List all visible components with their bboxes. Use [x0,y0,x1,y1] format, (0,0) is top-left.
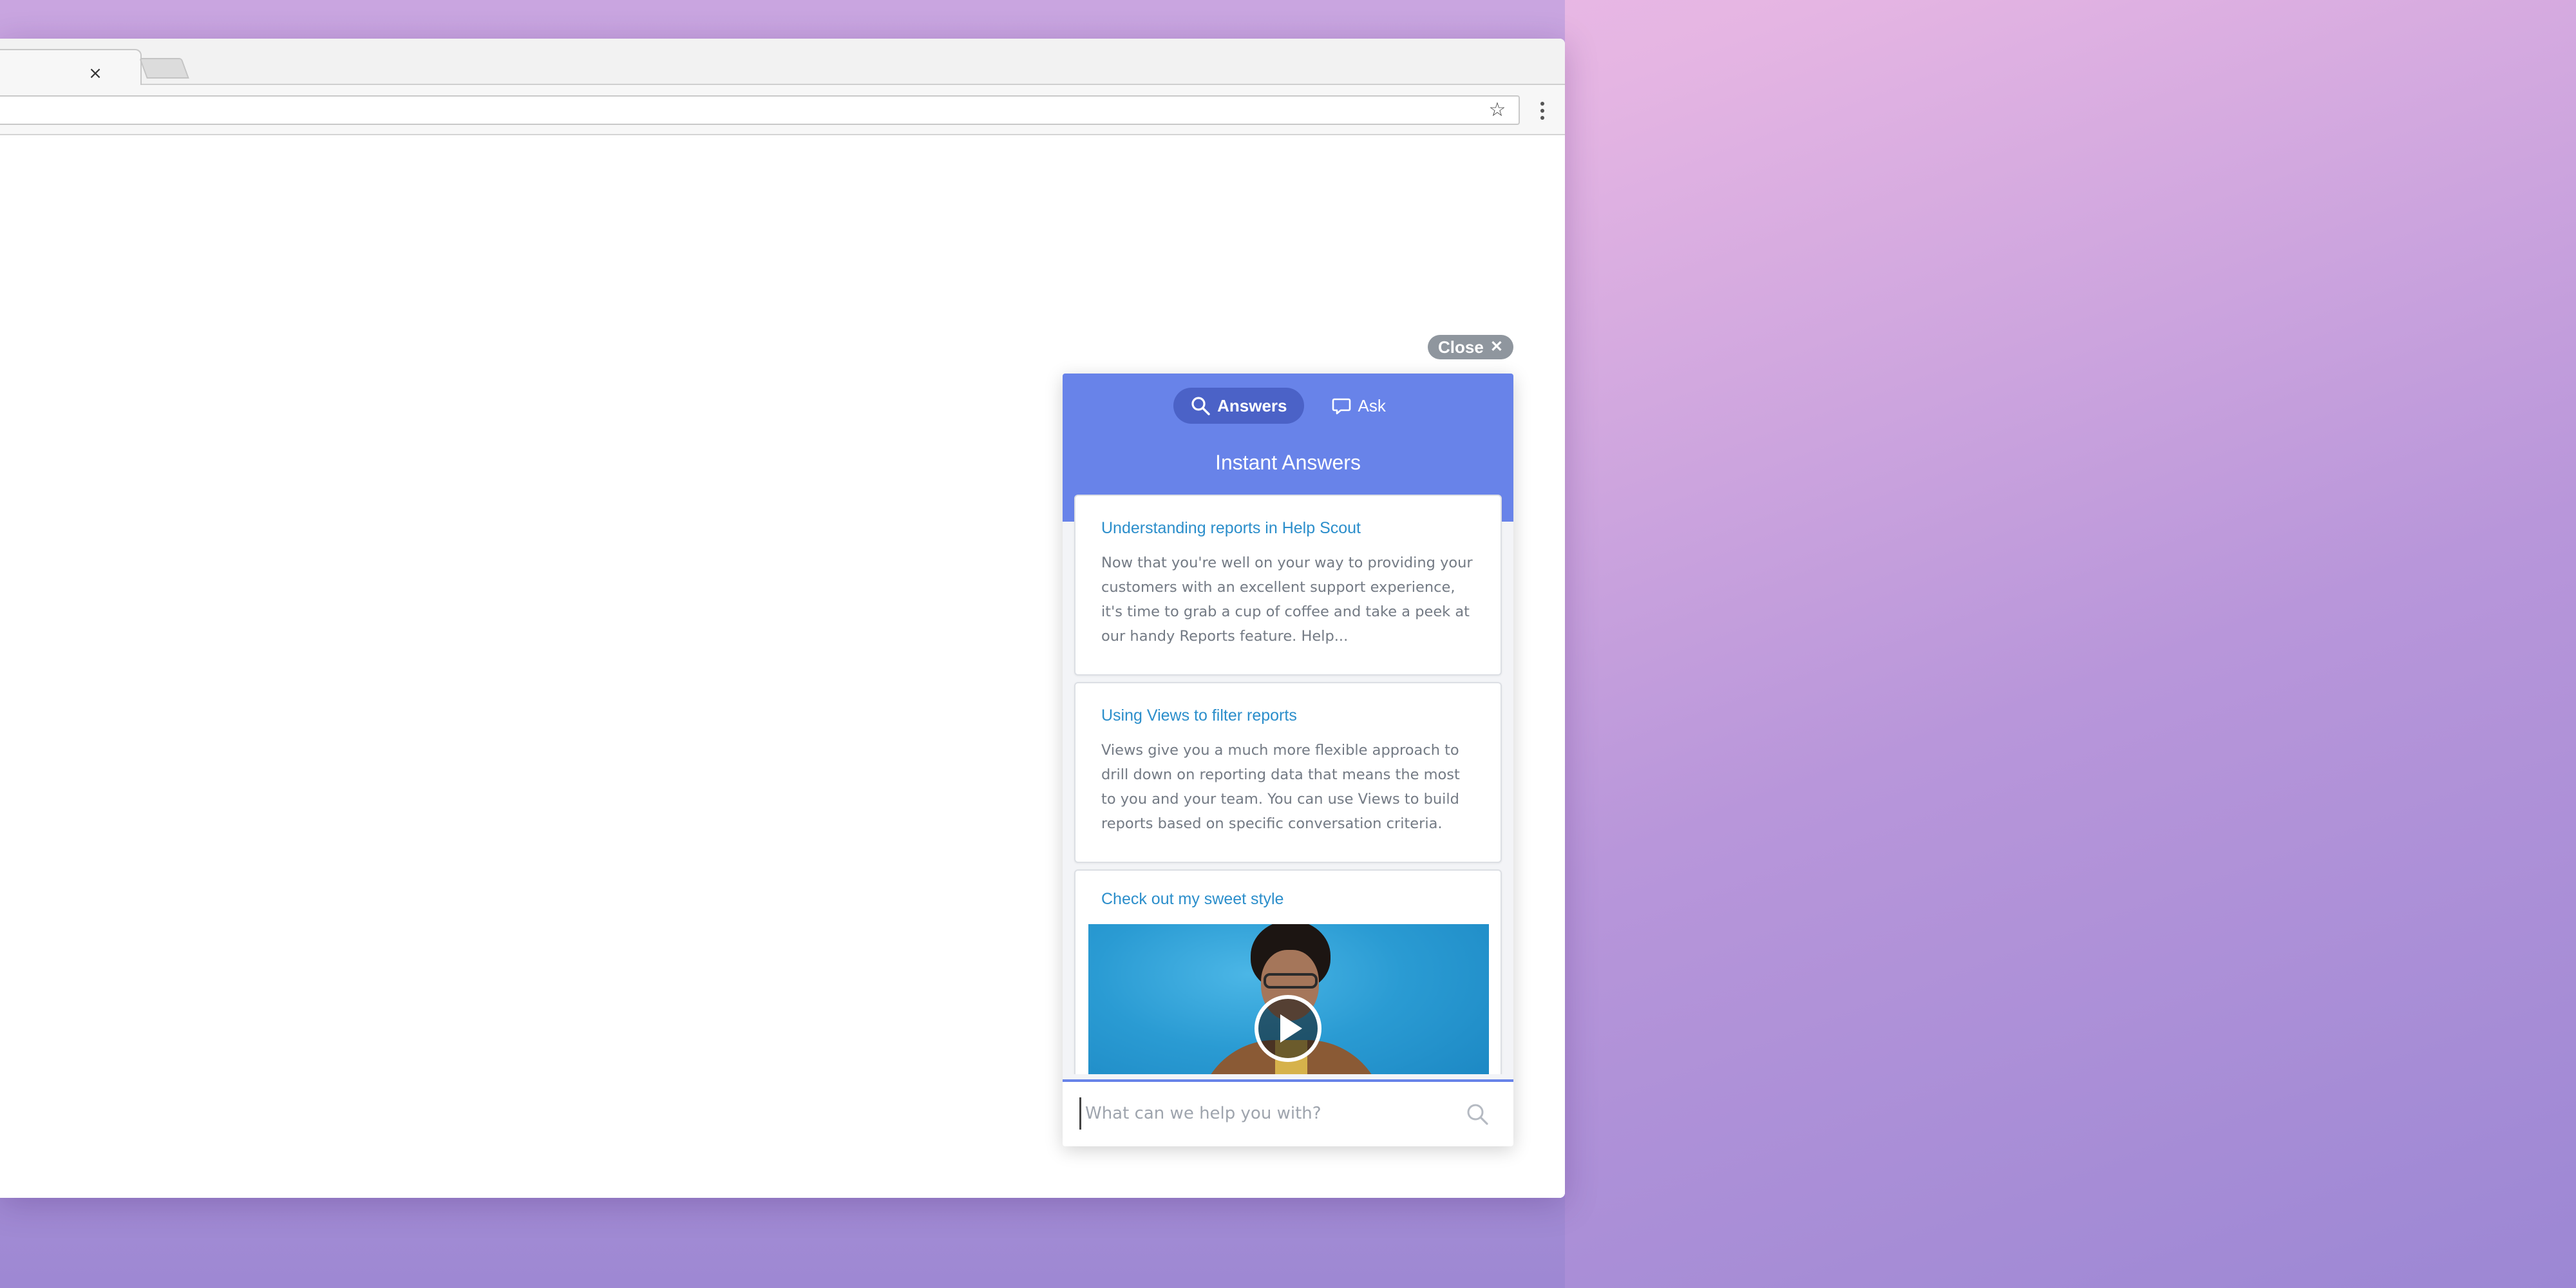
kebab-menu-icon[interactable] [1533,98,1552,124]
video-thumbnail[interactable] [1088,924,1489,1074]
search-input[interactable] [1079,1097,1453,1130]
list-item[interactable]: Understanding reports in Help Scout Now … [1074,495,1502,676]
article-excerpt: Now that you're well on your way to prov… [1101,554,1473,645]
list-item[interactable]: Check out my sweet style [1074,869,1502,1074]
article-title[interactable]: Check out my sweet style [1088,890,1488,909]
article-title[interactable]: Understanding reports in Help Scout [1101,519,1475,538]
article-excerpt: Views give you a much more flexible appr… [1101,742,1460,832]
article-title[interactable]: Using Views to filter reports [1101,706,1475,725]
play-icon[interactable] [1255,995,1321,1062]
beacon-title: Instant Answers [1215,451,1361,474]
close-icon[interactable]: × [86,64,104,82]
close-label: Close [1438,337,1484,357]
chat-bubble-icon [1332,398,1350,415]
search-icon[interactable] [1464,1101,1490,1127]
search-icon [1191,397,1210,415]
tab-ask[interactable]: Ask [1314,388,1403,424]
tab-answers-label: Answers [1217,395,1287,415]
help-beacon-widget: Answers Ask Instant Answers Understandin… [1063,374,1513,1146]
address-bar[interactable]: ☆ [0,95,1520,125]
new-tab-button[interactable] [139,58,189,79]
tab-answers[interactable]: Answers [1173,388,1304,424]
search-bar [1063,1079,1513,1146]
browser-toolbar: ☆ [0,85,1565,135]
browser-tab[interactable]: × [0,49,142,86]
close-icon: ✕ [1490,338,1503,355]
results-list[interactable]: Understanding reports in Help Scout Now … [1063,495,1513,1074]
tab-strip: × [0,39,1565,86]
star-icon[interactable]: ☆ [1486,99,1508,121]
list-item[interactable]: Using Views to filter reports Views give… [1074,682,1502,863]
close-button[interactable]: Close ✕ [1428,335,1513,359]
video-person-glasses [1264,973,1318,989]
beacon-tabs: Answers Ask [1063,388,1513,424]
tab-ask-label: Ask [1358,395,1386,415]
